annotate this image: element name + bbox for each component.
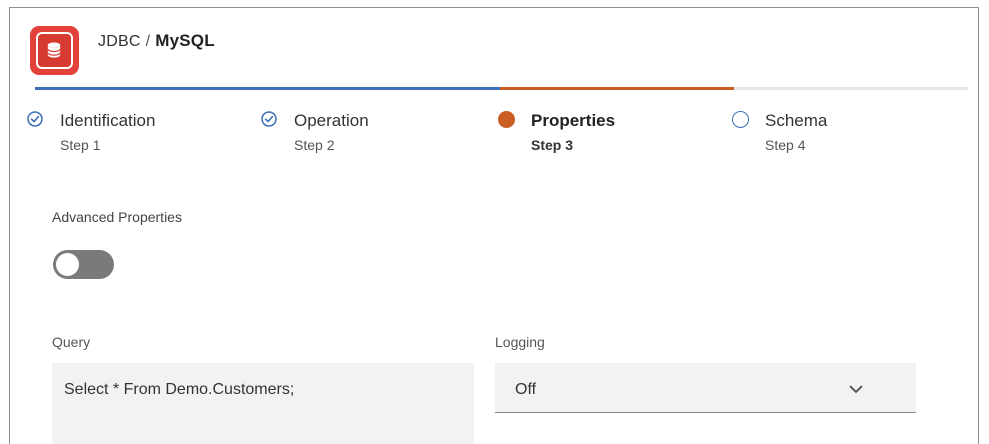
progress-active-segment bbox=[500, 87, 734, 90]
breadcrumb-current: MySQL bbox=[155, 31, 215, 50]
step-label: Operation bbox=[294, 111, 369, 130]
wizard-step-schema[interactable]: Schema Step 4 bbox=[732, 109, 952, 159]
query-label: Query bbox=[52, 334, 91, 350]
step-label: Schema bbox=[765, 111, 828, 130]
logging-label: Logging bbox=[495, 334, 545, 350]
breadcrumb-separator: / bbox=[145, 33, 151, 50]
step-number: Step 2 bbox=[294, 137, 335, 153]
wizard-step-identification[interactable]: Identification Step 1 bbox=[27, 109, 247, 159]
connector-config-panel: JDBC / MySQL Identification Step 1 Operati… bbox=[9, 7, 979, 444]
check-circle-icon bbox=[27, 111, 43, 127]
advanced-properties-toggle[interactable] bbox=[53, 250, 114, 279]
database-logo-icon bbox=[30, 26, 79, 75]
chevron-down-icon bbox=[849, 385, 863, 393]
query-textarea[interactable]: Select * From Demo.Customers; bbox=[52, 363, 474, 444]
step-label: Identification bbox=[60, 111, 156, 130]
breadcrumb: JDBC / MySQL bbox=[98, 31, 215, 51]
step-number: Step 4 bbox=[765, 137, 806, 153]
wizard-step-operation[interactable]: Operation Step 2 bbox=[261, 109, 481, 159]
check-circle-icon bbox=[261, 111, 277, 127]
progress-completed-segment bbox=[35, 87, 500, 90]
advanced-properties-label: Advanced Properties bbox=[52, 209, 182, 225]
step-number: Step 3 bbox=[531, 137, 574, 153]
wizard-progress-bar bbox=[35, 87, 968, 90]
filled-dot-icon bbox=[498, 111, 515, 128]
wizard-step-properties[interactable]: Properties Step 3 bbox=[498, 109, 718, 159]
logging-select[interactable]: Off bbox=[495, 363, 916, 413]
toggle-knob bbox=[56, 253, 79, 276]
step-label: Properties bbox=[531, 111, 616, 130]
step-number: Step 1 bbox=[60, 137, 101, 153]
logging-selected-value: Off bbox=[515, 381, 537, 398]
empty-circle-icon bbox=[732, 111, 749, 128]
breadcrumb-parent[interactable]: JDBC bbox=[98, 33, 141, 50]
